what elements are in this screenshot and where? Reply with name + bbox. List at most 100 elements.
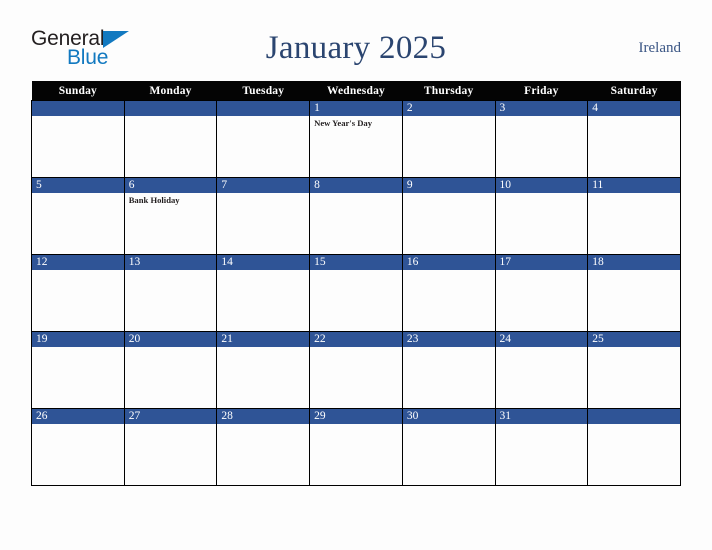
day-events [403,270,495,272]
day-events: New Year's Day [310,116,402,129]
calendar-day-cell[interactable]: 13 [123,254,218,332]
calendar-day-cell[interactable]: 3 [494,100,589,178]
calendar-day-cell[interactable]: 21 [216,331,311,409]
calendar-day-cell[interactable]: 6 Bank Holiday [123,177,218,255]
day-events [217,424,309,426]
day-cell-inner [217,101,310,177]
day-events [403,424,495,426]
calendar-day-cell[interactable]: 10 [494,177,589,255]
calendar-page: General Blue January 2025 Ireland Sunday… [0,0,712,550]
calendar-day-cell[interactable]: 4 [587,100,681,178]
weekday-header-tuesday: Tuesday [216,81,310,101]
calendar-day-cell[interactable]: 20 [123,331,218,409]
day-cell-inner: 21 [217,332,310,408]
calendar-day-cell[interactable]: 9 [401,177,496,255]
calendar-day-cell[interactable]: 31 [494,408,589,486]
day-events [310,270,402,272]
day-cell-inner: 6 Bank Holiday [124,178,217,254]
calendar-day-cell[interactable]: 12 [31,254,125,332]
day-cell-inner: 27 [124,409,217,485]
calendar-week-row: 19 20 21 22 23 24 25 [31,331,681,409]
day-cell-inner: 9 [402,178,495,254]
day-number: 2 [402,101,495,116]
day-events [496,116,588,118]
calendar-day-cell[interactable]: 17 [494,254,589,332]
day-number: 4 [588,101,680,116]
calendar-day-cell[interactable]: 28 [216,408,311,486]
calendar-day-cell[interactable]: 18 [587,254,681,332]
day-number [588,409,680,424]
calendar-day-cell[interactable] [123,100,218,178]
calendar-day-cell[interactable] [31,100,125,178]
day-event-label: New Year's Day [314,118,373,128]
day-number: 5 [32,178,124,193]
day-number: 16 [402,255,495,270]
day-events [125,424,217,426]
day-cell-inner: 19 [32,332,124,408]
calendar-day-cell[interactable]: 23 [401,331,496,409]
calendar-day-cell[interactable]: 15 [309,254,403,332]
calendar-day-cell[interactable]: 27 [123,408,218,486]
day-events [403,193,495,195]
calendar-day-cell[interactable]: 29 [309,408,403,486]
day-number: 21 [217,332,310,347]
day-events [496,270,588,272]
day-events [217,347,309,349]
day-number: 19 [32,332,124,347]
day-number: 10 [495,178,588,193]
calendar-day-cell[interactable]: 30 [401,408,496,486]
day-cell-inner: 18 [588,255,680,331]
day-cell-inner: 3 [495,101,588,177]
day-cell-inner: 12 [32,255,124,331]
day-number: 23 [402,332,495,347]
calendar-week-row: 26 27 28 29 30 31 [31,408,681,486]
day-number: 3 [495,101,588,116]
calendar-day-cell[interactable] [216,100,311,178]
weekday-header-saturday: Saturday [587,81,681,101]
day-events [496,347,588,349]
calendar-day-cell[interactable] [587,408,681,486]
day-number: 9 [402,178,495,193]
calendar-day-cell[interactable]: 11 [587,177,681,255]
calendar-day-cell[interactable]: 22 [309,331,403,409]
day-number: 26 [32,409,124,424]
day-cell-inner [32,101,124,177]
day-cell-inner: 22 [310,332,402,408]
day-number: 22 [310,332,402,347]
day-cell-inner: 30 [402,409,495,485]
day-cell-inner: 4 [588,101,680,177]
day-number: 13 [124,255,217,270]
day-events [217,116,309,118]
calendar-day-cell[interactable]: 8 [309,177,403,255]
calendar-day-cell[interactable]: 26 [31,408,125,486]
day-cell-inner: 31 [495,409,588,485]
day-events [217,193,309,195]
day-number [124,101,217,116]
day-cell-inner: 14 [217,255,310,331]
day-number: 8 [310,178,402,193]
calendar-day-cell[interactable]: 7 [216,177,311,255]
day-number: 24 [495,332,588,347]
day-event-label: Bank Holiday [128,195,180,205]
calendar-day-cell[interactable]: 5 [31,177,125,255]
day-events [32,116,124,118]
calendar-day-cell[interactable]: 14 [216,254,311,332]
calendar-day-cell[interactable]: 16 [401,254,496,332]
day-events [217,270,309,272]
calendar-day-cell[interactable]: 19 [31,331,125,409]
day-events [125,116,217,118]
day-cell-inner: 28 [217,409,310,485]
calendar-week-row: 1 New Year's Day 2 3 4 [31,100,681,178]
day-events [125,270,217,272]
day-events [310,193,402,195]
calendar-day-cell[interactable]: 24 [494,331,589,409]
calendar-week-row: 5 6 Bank Holiday 7 8 9 10 11 [31,177,681,255]
day-number: 18 [588,255,680,270]
day-cell-inner: 5 [32,178,124,254]
calendar-day-cell[interactable]: 1 New Year's Day [309,100,403,178]
day-number: 1 [310,101,402,116]
calendar-day-cell[interactable]: 25 [587,331,681,409]
day-cell-inner: 15 [310,255,402,331]
day-events [32,193,124,195]
calendar-day-cell[interactable]: 2 [401,100,496,178]
